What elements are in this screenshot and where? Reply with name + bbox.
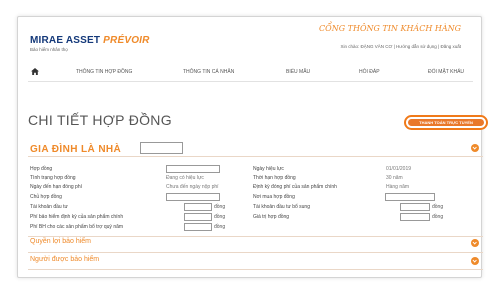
field-row: Chủ hợp đồng Nơi mua hợp đồng — [30, 193, 476, 202]
nav-item-change-password[interactable]: ĐỔI MẬT KHẨU — [428, 69, 464, 75]
section-divider — [28, 269, 483, 270]
nav-item-personal-info[interactable]: THÔNG TIN CÁ NHÂN — [183, 69, 234, 75]
brand-accent: PRÉVOIR — [103, 35, 150, 46]
contract-value-field[interactable] — [400, 213, 430, 221]
field-label-due-date: Ngày đến hạn đóng phí — [30, 184, 82, 190]
brand-main: MIRAE ASSET — [30, 35, 101, 46]
unit-label: đồng — [214, 204, 226, 210]
field-label-main-premium: Phí bảo hiểm định kỳ của sản phẩm chính — [30, 214, 124, 220]
field-label-policy-owner: Chủ hợp đồng — [30, 194, 62, 200]
field-value-payment-frequency: Hàng năm — [386, 184, 410, 190]
section-divider — [28, 252, 483, 253]
online-payment-button[interactable]: THANH TOÁN TRỰC TUYẾN — [404, 115, 488, 130]
unit-label: đồng — [214, 224, 226, 230]
field-label-payment-frequency: Định kỳ đóng phí của sản phẩm chính — [253, 184, 337, 190]
home-icon[interactable] — [31, 68, 39, 75]
user-links[interactable]: Xin chào: ĐẶNG VĂN CƠ | Hướng dẫn sử dụn… — [341, 44, 461, 49]
unit-label: đồng — [432, 214, 444, 220]
field-label-contract-value: Giá trị hợp đồng — [253, 214, 290, 220]
field-value-contract-status: Đang có hiệu lực — [166, 175, 204, 181]
nav-divider — [28, 81, 473, 82]
purchase-place-field[interactable] — [385, 193, 435, 201]
field-row: Phí bảo hiểm định kỳ của sản phẩm chính … — [30, 213, 476, 222]
field-row: Tài khoản đầu tư đồng Tài khoản đầu tư b… — [30, 203, 476, 212]
field-row: Ngày đến hạn đóng phí Chưa đến ngày nộp … — [30, 183, 476, 192]
field-label-contract-status: Tình trạng hợp đồng — [30, 175, 76, 181]
field-label-effective-date: Ngày hiệu lực — [253, 166, 284, 172]
page-title: CHI TIẾT HỢP ĐỒNG — [28, 112, 172, 128]
investment-account-field[interactable] — [184, 203, 212, 211]
main-premium-field[interactable] — [184, 213, 212, 221]
contract-number-field[interactable] — [166, 165, 220, 173]
field-label-additional-investment: Tài khoản đầu tư bổ sung — [253, 204, 310, 210]
insured-persons-heading[interactable]: Người được bảo hiểm — [30, 256, 99, 263]
field-label-contract: Hợp đồng — [30, 166, 53, 172]
brand-logo[interactable]: MIRAE ASSET PRÉVOIR Bảo hiểm nhân thọ — [30, 35, 150, 52]
chevron-down-icon[interactable] — [471, 239, 479, 247]
nav-item-contract-info[interactable]: THÔNG TIN HỢP ĐỒNG — [76, 69, 132, 75]
section-title: GIA ĐÌNH LÀ NHÀ — [30, 144, 122, 155]
product-name-field[interactable] — [140, 142, 183, 154]
brand-tagline: Bảo hiểm nhân thọ — [30, 47, 68, 52]
browser-frame: MIRAE ASSET PRÉVOIR Bảo hiểm nhân thọ CỔ… — [17, 16, 488, 278]
field-row: Hợp đồng Ngày hiệu lực 01/01/2019 — [30, 165, 476, 174]
field-label-purchase-place: Nơi mua hợp đồng — [253, 194, 295, 200]
field-row: Phí BH cho các sản phẩm bổ trợ quý năm đ… — [30, 223, 476, 232]
main-nav: THÔNG TIN HỢP ĐỒNG THÔNG TIN CÁ NHÂN BIỂ… — [28, 67, 473, 79]
section-divider — [28, 156, 483, 157]
field-label-rider-premium: Phí BH cho các sản phẩm bổ trợ quý năm — [30, 224, 124, 230]
section-divider — [28, 236, 483, 237]
nav-item-faq[interactable]: HỎI ĐÁP — [359, 69, 380, 75]
rider-premium-field[interactable] — [184, 223, 212, 231]
field-value-effective-date: 01/01/2019 — [386, 166, 412, 172]
chevron-down-icon[interactable] — [471, 257, 479, 265]
insurance-benefits-heading[interactable]: Quyền lợi bảo hiểm — [30, 238, 91, 245]
field-value-contract-term: 30 năm — [386, 175, 403, 181]
field-value-due-date: Chưa đến ngày nộp phí — [166, 184, 219, 190]
field-label-contract-term: Thời hạn hợp đồng — [253, 175, 296, 181]
field-row: Tình trạng hợp đồng Đang có hiệu lực Thờ… — [30, 174, 476, 183]
unit-label: đồng — [214, 214, 226, 220]
nav-item-forms[interactable]: BIỂU MẪU — [286, 69, 310, 75]
policy-owner-field[interactable] — [166, 193, 220, 201]
additional-investment-field[interactable] — [400, 203, 430, 211]
portal-title: CỔNG THÔNG TIN KHÁCH HÀNG — [319, 24, 461, 33]
chevron-down-icon[interactable] — [471, 144, 479, 152]
unit-label: đồng — [432, 204, 444, 210]
field-label-investment-account: Tài khoản đầu tư — [30, 204, 68, 210]
online-payment-label: THANH TOÁN TRỰC TUYẾN — [408, 119, 484, 126]
